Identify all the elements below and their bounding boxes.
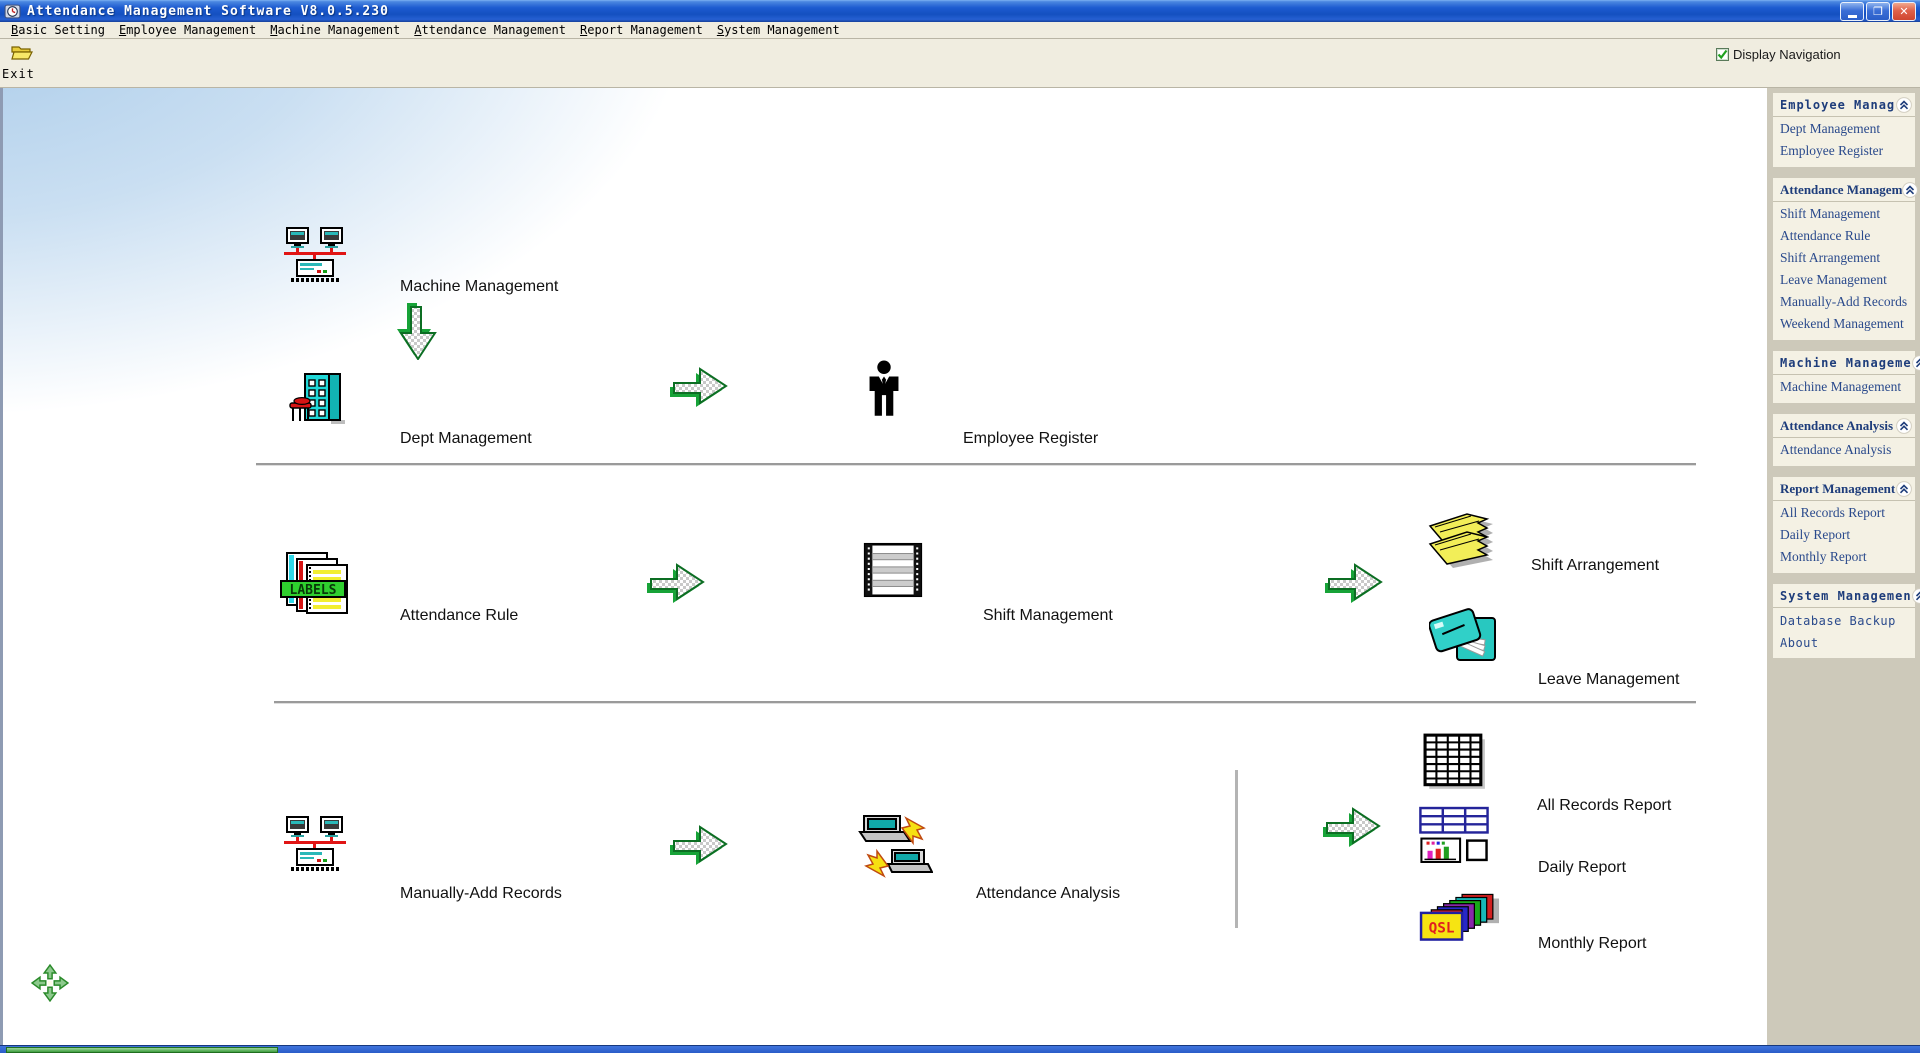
app-clock-icon [4,4,21,18]
toolbar: Exit Display Navigation [0,39,1920,88]
display-navigation-label: Display Navigation [1733,47,1841,62]
all-records-report-label: All Records Report [1537,797,1672,814]
column-divider [1235,770,1238,928]
employee-register-label: Employee Register [963,430,1099,447]
labels-icon-text: LABELS [290,583,337,598]
workflow-canvas: Machine Management Dept Management Emplo… [3,88,1767,1045]
exit-button[interactable]: Exit [2,43,48,83]
panel-report-management: Report Management All Records Report Dai… [1773,477,1915,573]
machine-management-network-icon[interactable] [283,227,347,290]
dept-management-building-icon[interactable] [289,368,347,435]
title-bar: Attendance Management Software V8.0.5.23… [0,0,1920,22]
attendance-analysis-label: Attendance Analysis [976,885,1121,902]
panel-employee-management: Employee Manag Dept Management Employee … [1773,93,1915,167]
right-arrow-icon [1323,554,1383,615]
sidebar-item-manually-add-records[interactable]: Manually-Add Records [1773,290,1915,312]
menu-machine-management[interactable]: Machine Management [263,23,407,37]
attendance-rule-label: Attendance Rule [400,607,519,624]
sidebar-item-machine-management[interactable]: Machine Management [1773,375,1915,397]
panel-header-system[interactable]: System Managemen [1773,585,1920,608]
display-navigation-checkbox[interactable] [1716,48,1729,61]
menu-employee-management[interactable]: Employee Management [112,23,263,37]
sidebar-item-shift-management[interactable]: Shift Management [1773,202,1915,224]
monthly-report-label: Monthly Report [1538,935,1647,952]
minimize-button[interactable] [1840,2,1864,21]
bottom-green-segment [6,1047,278,1053]
restore-button[interactable]: ❐ [1866,2,1890,21]
display-navigation-toggle[interactable]: Display Navigation [1716,47,1841,62]
all-records-report-table-icon[interactable] [1423,733,1487,798]
sidebar-item-weekend-management[interactable]: Weekend Management [1773,312,1915,334]
monthly-report-qsl-icon[interactable]: QSL [1419,892,1499,947]
sidebar-item-monthly-report[interactable]: Monthly Report [1773,545,1915,567]
panel-system-management: System Managemen Database Backup About [1773,584,1920,658]
chevron-up-icon[interactable] [1911,355,1920,371]
panel-header-analysis[interactable]: Attendance Analysis [1773,415,1915,438]
exit-label: Exit [2,67,35,81]
attendance-rule-labels-icon[interactable]: LABELS [279,551,351,622]
qsl-icon-text: QSL [1429,920,1455,936]
sidebar-item-daily-report[interactable]: Daily Report [1773,523,1915,545]
shift-management-film-icon[interactable] [859,540,927,605]
sidebar-item-employee-register[interactable]: Employee Register [1773,139,1915,161]
machine-management-label: Machine Management [400,278,559,295]
close-button[interactable]: ✕ [1892,2,1916,21]
leave-management-notes-icon[interactable] [1428,604,1501,671]
down-arrow-icon [389,300,447,365]
restore-icon: ❐ [1873,4,1883,18]
attendance-analysis-sync-icon[interactable] [855,814,934,887]
employee-register-person-icon[interactable] [865,360,903,427]
menu-bar: Basic Setting Employee Management Machin… [0,22,1920,39]
right-arrow-icon [668,358,728,419]
panel-machine-management: Machine Manageme Machine Management [1773,351,1920,403]
row-divider-2 [274,701,1696,703]
sidebar-item-database-backup[interactable]: Database Backup [1773,608,1915,630]
sidebar-item-attendance-analysis[interactable]: Attendance Analysis [1773,438,1915,460]
shift-arrangement-fanfold-icon[interactable] [1427,510,1495,573]
sidebar-item-about[interactable]: About [1773,630,1915,652]
panel-header-attendance[interactable]: Attendance Managem [1773,179,1919,202]
manually-add-records-label: Manually-Add Records [400,885,562,902]
pan-move-icon[interactable] [30,963,70,1007]
menu-system-management[interactable]: System Management [710,23,847,37]
menu-report-management[interactable]: Report Management [573,23,710,37]
window-controls: ❐ ✕ [1840,2,1916,21]
row-divider-1 [256,463,1696,465]
window-title: Attendance Management Software V8.0.5.23… [27,3,389,19]
main-content: Machine Management Dept Management Emplo… [0,88,1920,1045]
panel-attendance-analysis: Attendance Analysis Attendance Analysis [1773,414,1915,466]
chevron-up-icon[interactable] [1896,97,1912,113]
panel-header-report[interactable]: Report Management [1773,478,1915,501]
right-arrow-icon [1319,798,1385,859]
sidebar-item-shift-arrangement[interactable]: Shift Arrangement [1773,246,1915,268]
open-folder-icon [11,46,33,60]
navigation-sidebar: Employee Manag Dept Management Employee … [1767,88,1920,1045]
manually-add-records-network-icon[interactable] [283,816,347,879]
panel-header-machine[interactable]: Machine Manageme [1773,352,1920,375]
chevron-up-icon[interactable] [1911,588,1920,604]
leave-management-label: Leave Management [1538,671,1680,688]
panel-attendance-management: Attendance Managem Shift Management Atte… [1773,178,1919,340]
daily-report-sheet-icon[interactable] [1419,806,1491,869]
sidebar-item-attendance-rule[interactable]: Attendance Rule [1773,224,1915,246]
shift-arrangement-label: Shift Arrangement [1531,557,1660,574]
sidebar-item-all-records-report[interactable]: All Records Report [1773,501,1915,523]
menu-attendance-management[interactable]: Attendance Management [407,23,573,37]
sidebar-item-leave-management[interactable]: Leave Management [1773,268,1915,290]
chevron-up-icon[interactable] [1896,418,1912,434]
panel-header-employee[interactable]: Employee Manag [1773,94,1915,117]
dept-management-label: Dept Management [400,430,532,447]
chevron-up-icon[interactable] [1896,481,1912,497]
close-icon: ✕ [1899,4,1909,18]
sidebar-item-dept-management[interactable]: Dept Management [1773,117,1915,139]
daily-report-label: Daily Report [1538,859,1627,876]
window-bottom-border [0,1045,1920,1053]
chevron-up-icon[interactable] [1902,182,1919,198]
right-arrow-icon [668,816,728,877]
right-arrow-icon [645,554,705,615]
minimize-icon [1847,15,1857,18]
green-check-icon [1717,49,1728,60]
shift-management-label: Shift Management [983,607,1113,624]
menu-basic-setting[interactable]: Basic Setting [4,23,112,37]
